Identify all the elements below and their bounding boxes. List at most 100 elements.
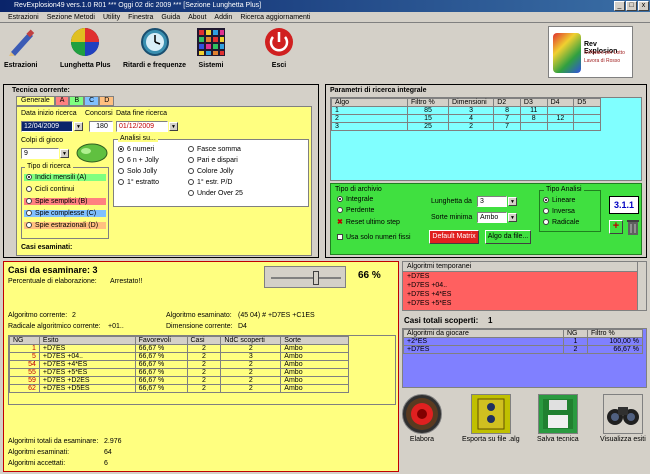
toolbar-esci-button[interactable]: Esci (263, 26, 295, 69)
colpi-dropdown[interactable]: ▼ (60, 149, 69, 158)
archivio-perdente[interactable]: Perdente (337, 207, 374, 214)
tab-d[interactable]: D (99, 96, 115, 106)
minimize-button[interactable]: _ (614, 1, 625, 11)
lunghetta-field[interactable]: 3 (477, 196, 507, 207)
analisi-option-label: Pari e dispari (197, 157, 238, 164)
menu-sezione-metodi[interactable]: Sezione Metodi (43, 12, 99, 22)
scrollbar[interactable] (637, 262, 646, 310)
menu-utility[interactable]: Utility (99, 12, 124, 22)
radio-icon (26, 198, 32, 205)
analisi-radicale[interactable]: Radicale (543, 219, 579, 226)
data-inizio-field[interactable]: 12/04/2009 (21, 121, 73, 132)
toolbar-lunghetta-button[interactable]: Lunghetta Plus (60, 26, 111, 69)
analisi-lineare[interactable]: Lineare (543, 197, 575, 204)
menu-ricerca-aggiornamenti[interactable]: Ricerca aggiornamenti (236, 12, 314, 22)
tab-b[interactable]: B (69, 96, 85, 106)
tipo-indici-mensili[interactable]: Indici mensili (A) (24, 174, 106, 181)
menu-estrazioni[interactable]: Estrazioni (4, 12, 43, 22)
toolbar-estrazioni-button[interactable]: Estrazioni (4, 26, 37, 69)
list-item[interactable]: +D7ES +04.. (403, 281, 646, 290)
tab-generale[interactable]: Generale (16, 96, 55, 106)
toolbar-sistemi-button[interactable]: Sistemi (195, 26, 227, 69)
trash-icon[interactable] (626, 218, 640, 236)
analisi-inversa[interactable]: Inversa (543, 208, 575, 215)
tipo-spie-estrazionali[interactable]: Spie estrazionali (D) (24, 222, 106, 229)
table-row[interactable]: 1 85 3 8 11 (331, 106, 601, 115)
algo-corrente-value: 2 (72, 312, 76, 319)
toolbar-ritardi-label: Ritardi e frequenze (123, 62, 187, 69)
tab-a[interactable]: A (54, 96, 70, 106)
add-button[interactable]: + (609, 220, 623, 234)
tipo-option-label: Spie complesse (C) (35, 210, 97, 217)
table-row[interactable]: 55 +D7ES +5*ES 66,67 % 2 2 Ambo (9, 368, 349, 377)
progress-slider[interactable] (264, 266, 346, 288)
default-matrix-button[interactable]: Default Matrix (429, 230, 479, 244)
table-row[interactable]: 5 +D7ES +04.. 66,67 % 2 3 Ambo (9, 352, 349, 361)
sorte-field[interactable]: Ambo (477, 212, 507, 223)
cell: 1 (331, 106, 408, 115)
lunghetta-dropdown[interactable]: ▼ (508, 197, 517, 206)
elabora-button[interactable]: Elabora (402, 394, 442, 443)
table-row[interactable]: 2 15 4 7 8 12 (331, 114, 601, 123)
salva-tecnica-label: Salva tecnica (537, 436, 579, 443)
scoperti-header-row: Algoritmi da giocare NG Filtro % (403, 329, 643, 338)
salva-tecnica-button[interactable]: Salva tecnica (537, 394, 579, 443)
tipo-spie-complesse[interactable]: Spie complesse (C) (24, 210, 106, 217)
esporta-button[interactable]: Esporta su file .alg (462, 394, 520, 443)
slider-thumb[interactable] (313, 271, 320, 285)
algo-da-file-button[interactable]: Algo da file... (485, 230, 531, 244)
cell: 8 (493, 106, 521, 115)
maximize-button[interactable]: □ (626, 1, 637, 11)
table-row[interactable]: +2*ES 1 100,00 % (403, 337, 643, 346)
table-row[interactable]: 54 +D7ES +4*ES 66,67 % 2 2 Ambo (9, 360, 349, 369)
table-row[interactable]: 3 25 2 7 (331, 122, 601, 131)
usa-numeri-fissi[interactable]: Usa solo numeri fissi (337, 234, 411, 241)
analisi-fasce-somma[interactable]: Fasce somma (188, 146, 241, 153)
analisi-under-over[interactable]: Under Over 25 (188, 190, 243, 197)
data-fine-field[interactable]: 01/12/2009 (116, 121, 168, 132)
analisi-6-numeri[interactable]: 6 numeri (118, 146, 154, 153)
analisi-option-label: Under Over 25 (197, 190, 243, 197)
menu-about[interactable]: About (184, 12, 210, 22)
temporanei-list[interactable]: Algoritmi temporanei +D7ES +D7ES +04.. +… (402, 261, 647, 311)
visualizza-esiti-button[interactable]: Visualizza esiti (600, 394, 646, 443)
analisi-6n-jolly[interactable]: 6 n + Jolly (118, 157, 159, 164)
data-fine-dropdown[interactable]: ▼ (169, 122, 178, 131)
analisi-primo-estr-pd[interactable]: 1° estr. P/D (188, 179, 232, 186)
radio-icon (543, 208, 549, 215)
analisi-solo-jolly[interactable]: Solo Jolly (118, 168, 157, 175)
scoperti-table: Algoritmi da giocare NG Filtro % +2*ES 1 1… (403, 329, 643, 354)
sorte-dropdown[interactable]: ▼ (508, 213, 517, 222)
parametri-header-row: Algo Filtro % Dimensioni D2 D3 D4 D5 (331, 98, 601, 107)
menu-guida[interactable]: Guida (157, 12, 184, 22)
concorsi-field[interactable]: 180 (89, 121, 113, 132)
tab-c[interactable]: C (84, 96, 100, 106)
reset-ultimo-step[interactable]: ✖ Reset ultimo step (337, 218, 400, 226)
analisi-option-label: 1° estratto (127, 179, 159, 186)
archivio-integrale[interactable]: Integrale (337, 196, 373, 203)
list-item[interactable]: +D7ES +4*ES (403, 290, 646, 299)
table-row[interactable]: 1 +D7ES 66,67 % 2 2 Ambo (9, 344, 349, 353)
table-row[interactable]: 59 +D7ES +D2ES 66,67 % 2 2 Ambo (9, 376, 349, 385)
grid-icon (197, 28, 225, 56)
table-row[interactable]: 62 +D7ES +D5ES 66,67 % 2 2 Ambo (9, 384, 349, 393)
tipo-cicli-continui[interactable]: Cicli continui (24, 186, 106, 193)
list-item[interactable]: +D7ES (403, 272, 646, 281)
col-header: Dimensioni (448, 98, 495, 107)
data-inizio-dropdown[interactable]: ▼ (74, 122, 83, 131)
list-item[interactable]: +D7ES +5*ES (403, 299, 646, 308)
tipo-spie-semplici[interactable]: Spie semplici (B) (24, 198, 106, 205)
colpi-field[interactable]: 9 (21, 148, 59, 159)
menu-addin[interactable]: Addin (210, 12, 236, 22)
close-button[interactable]: x (638, 1, 649, 11)
radio-icon (118, 168, 124, 175)
analisi-colore-jolly[interactable]: Colore Jolly (188, 168, 234, 175)
analisi-pari-dispari[interactable]: Pari e dispari (188, 157, 238, 164)
parametri-grid: Algo Filtro % Dimensioni D2 D3 D4 D5 1 85… (330, 97, 642, 181)
menu-finestra[interactable]: Finestra (124, 12, 157, 22)
toolbar-ritardi-button[interactable]: Ritardi e frequenze (123, 26, 186, 69)
table-row[interactable]: +D7ES 2 66,67 % (403, 345, 643, 354)
lunghetta-label: Lunghetta da (431, 198, 472, 205)
analisi-primo-estratto[interactable]: 1° estratto (118, 179, 159, 186)
casi-esaminati-label: Casi esaminati: (21, 244, 73, 251)
